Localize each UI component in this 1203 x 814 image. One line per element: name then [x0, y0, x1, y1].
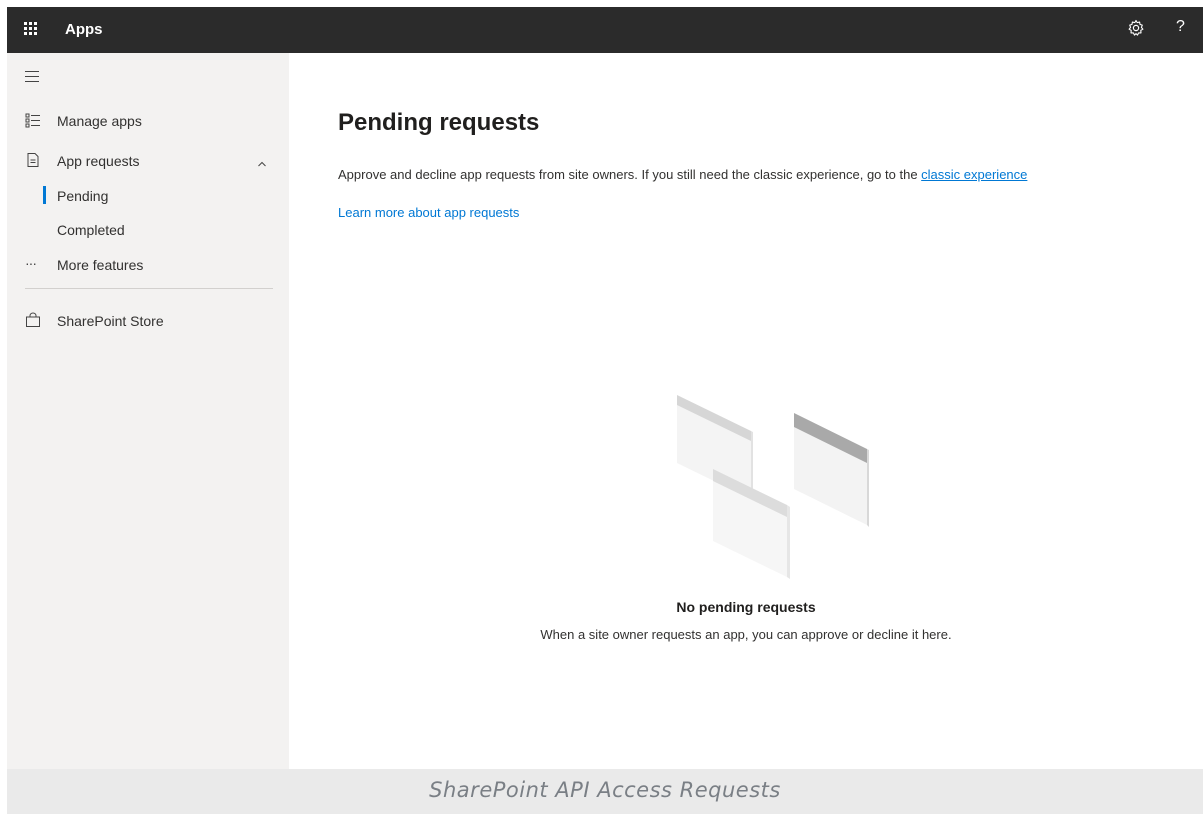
- empty-state-subtitle: When a site owner requests an app, you c…: [540, 627, 952, 642]
- empty-state-illustration: [677, 395, 869, 579]
- nav-label: Pending: [57, 188, 109, 204]
- nav-item-sharepoint-store[interactable]: SharePoint Store: [7, 305, 289, 337]
- more-dots-icon: ···: [25, 255, 37, 271]
- help-icon[interactable]: ?: [1176, 18, 1185, 36]
- nav-item-manage-apps[interactable]: Manage apps: [7, 105, 289, 137]
- nav-label: Manage apps: [57, 113, 142, 129]
- app-title: Apps: [65, 21, 103, 38]
- learn-more-link[interactable]: Learn more about app requests: [338, 205, 519, 220]
- document-icon: [25, 152, 41, 168]
- nav-label: More features: [57, 257, 144, 273]
- page-description: Approve and decline app requests from si…: [338, 167, 1027, 182]
- app-frame: Apps ? Manage apps App requests Pending …: [7, 7, 1203, 814]
- nav-item-pending[interactable]: Pending: [7, 180, 289, 212]
- shopping-bag-icon: [25, 312, 41, 328]
- active-indicator: [43, 186, 46, 204]
- left-navigation: Manage apps App requests Pending Complet…: [7, 53, 289, 769]
- nav-item-completed[interactable]: Completed: [7, 214, 289, 246]
- chevron-up-icon[interactable]: [257, 155, 267, 173]
- settings-gear-icon[interactable]: [1127, 19, 1145, 42]
- nav-item-more-features[interactable]: ··· More features: [7, 249, 289, 281]
- image-caption: SharePoint API Access Requests: [429, 778, 781, 802]
- list-icon: [25, 112, 41, 128]
- classic-experience-link[interactable]: classic experience: [921, 167, 1027, 182]
- main-content: Pending requests Approve and decline app…: [289, 53, 1203, 769]
- app-launcher-icon[interactable]: [24, 22, 38, 36]
- page-title: Pending requests: [338, 109, 540, 136]
- collapse-menu-icon[interactable]: [25, 71, 39, 82]
- description-text: Approve and decline app requests from si…: [338, 167, 922, 182]
- empty-state-title: No pending requests: [676, 599, 816, 615]
- nav-label: SharePoint Store: [57, 313, 164, 329]
- top-bar: Apps ?: [7, 7, 1203, 53]
- nav-label: App requests: [57, 153, 140, 169]
- sidebar-divider: [25, 288, 273, 289]
- nav-item-app-requests[interactable]: App requests: [7, 145, 289, 177]
- nav-label: Completed: [57, 222, 125, 238]
